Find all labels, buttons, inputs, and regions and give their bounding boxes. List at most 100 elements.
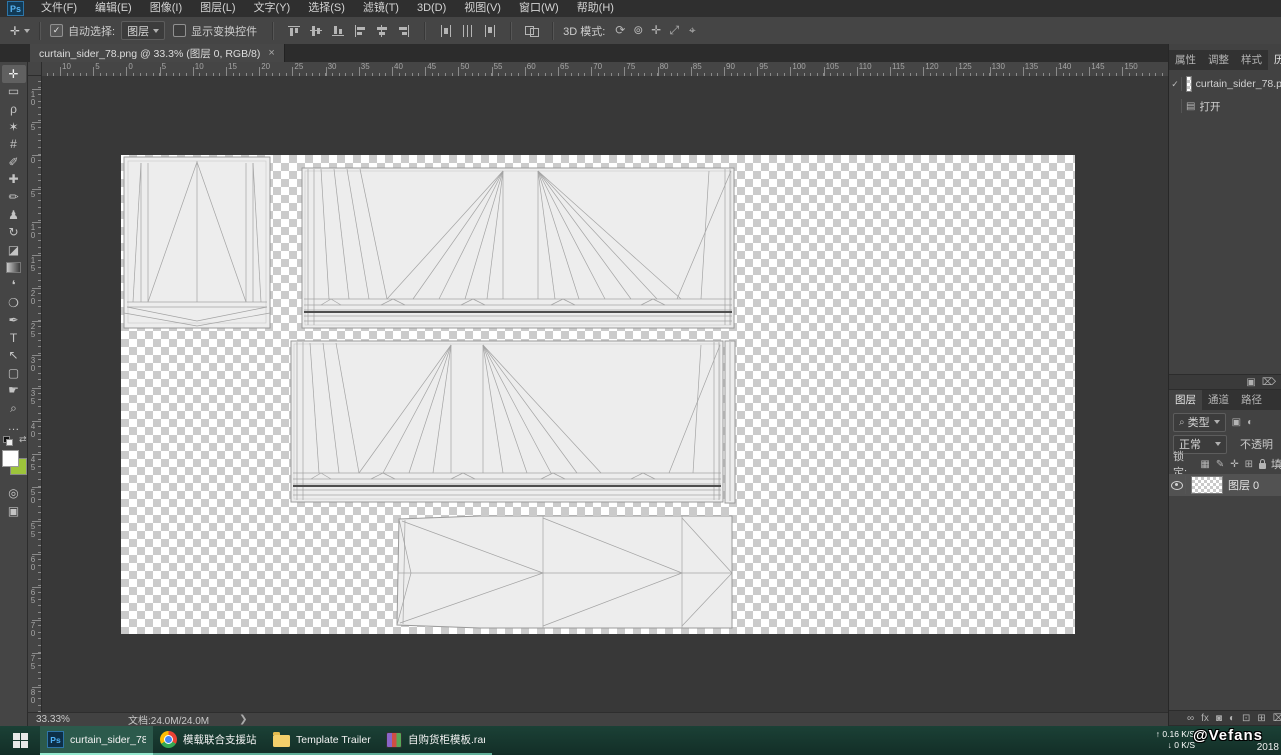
panel-tab-0[interactable]: 属性	[1169, 50, 1202, 70]
3d-scale-icon[interactable]: ⌖	[683, 23, 701, 38]
canvas-work-area[interactable]	[42, 76, 1168, 712]
foreground-color-swatch[interactable]	[1, 450, 19, 468]
layer-filter-dropdown[interactable]: ⌕ 类型	[1173, 412, 1226, 432]
screen-mode-button[interactable]: ▣	[2, 502, 26, 520]
network-speed-monitor[interactable]: ↑ 0.16 K/S ↓ 0 K/S	[1156, 729, 1195, 751]
document-canvas[interactable]	[121, 155, 1075, 634]
layers-tab-1[interactable]: 通道	[1202, 390, 1235, 410]
3d-roll-icon[interactable]: ⊚	[629, 23, 647, 38]
lock-all-icon[interactable]	[1259, 459, 1266, 469]
taskbar-item-photoshop[interactable]: Ps curtain_sider_78.p...	[40, 726, 153, 755]
hand-tool[interactable]: ☛	[2, 382, 26, 400]
align-left-edges-icon[interactable]	[350, 22, 370, 40]
start-button[interactable]	[0, 726, 40, 755]
edit-toolbar-button[interactable]: …	[2, 417, 26, 435]
layer-thumbnail[interactable]	[1191, 476, 1223, 494]
gradient-tool[interactable]	[2, 259, 26, 277]
status-options-arrow-icon[interactable]: ❯	[239, 714, 247, 725]
3d-drag-icon[interactable]: ✛	[647, 23, 665, 38]
align-top-edges-icon[interactable]	[284, 22, 304, 40]
default-colors-icon[interactable]	[2, 436, 13, 447]
ruler-origin-corner[interactable]	[28, 62, 42, 76]
auto-select-checkbox[interactable]: ✓	[50, 24, 64, 37]
align-right-edges-icon[interactable]	[394, 22, 414, 40]
distribute-vertical-centers-icon[interactable]	[458, 22, 478, 40]
new-snapshot-icon[interactable]: ▣	[1246, 377, 1255, 388]
delete-layer-icon[interactable]: ⌦	[1273, 713, 1281, 724]
swap-colors-icon[interactable]: ⇄	[19, 434, 27, 445]
history-brush-tool[interactable]: ↻	[2, 223, 26, 241]
layer-mask-icon[interactable]: ◙	[1216, 713, 1222, 724]
move-tool[interactable]: ✛	[1, 65, 26, 83]
menu-item-6[interactable]: 滤镜(T)	[354, 0, 408, 17]
filter-pixel-layers-icon[interactable]: ▣	[1232, 417, 1241, 428]
auto-select-dropdown[interactable]: 图层	[121, 21, 166, 40]
taskbar-item-explorer[interactable]: Template Trailer ...	[266, 726, 379, 755]
pen-tool[interactable]: ✒	[2, 311, 26, 329]
menu-item-9[interactable]: 窗口(W)	[510, 0, 568, 17]
dodge-tool[interactable]: ❍	[2, 294, 26, 312]
path-selection-tool[interactable]: ↖	[2, 347, 26, 365]
lock-artboard-icon[interactable]: ⊞	[1245, 459, 1253, 470]
eraser-tool[interactable]: ◪	[2, 241, 26, 259]
history-brush-source-box[interactable]	[1169, 99, 1182, 113]
new-layer-icon[interactable]: ⊞	[1257, 713, 1265, 724]
layer-row[interactable]: 图层 0	[1169, 474, 1281, 496]
history-state-row[interactable]: ▤ 打开	[1169, 96, 1281, 116]
zoom-tool[interactable]: ⌕	[2, 399, 26, 417]
close-icon[interactable]: ×	[268, 47, 274, 59]
panel-tab-3[interactable]: 历史记录	[1268, 50, 1281, 70]
left-ruler[interactable]: 10 5 0 5 10 15 20 25 30 35 40 45 50 55 60 65 70 75 80	[28, 76, 42, 712]
rectangular-marquee-tool[interactable]: ▭	[2, 83, 26, 101]
document-tab[interactable]: curtain_sider_78.png @ 33.3% (图层 0, RGB/…	[30, 44, 285, 62]
magic-wand-tool[interactable]: ✶	[2, 118, 26, 136]
lock-pixels-icon[interactable]: ✎	[1216, 459, 1224, 470]
layer-visibility-toggle[interactable]	[1169, 476, 1186, 494]
auto-align-layers-icon[interactable]	[522, 22, 542, 40]
blur-tool[interactable]: ❛	[2, 276, 26, 294]
3d-slide-icon[interactable]: ⤢	[665, 23, 683, 38]
menu-item-4[interactable]: 文字(Y)	[245, 0, 300, 17]
tool-preset-chevron-icon[interactable]	[24, 28, 31, 33]
eyedropper-tool[interactable]: ✐	[2, 153, 26, 171]
app-icon[interactable]: Ps	[7, 1, 24, 16]
menu-item-10[interactable]: 帮助(H)	[568, 0, 623, 17]
lock-position-icon[interactable]: ✛	[1230, 459, 1238, 470]
taskbar-item-chrome[interactable]: 模载联合支援站 - ...	[153, 726, 266, 755]
layers-tab-2[interactable]: 路径	[1235, 390, 1268, 410]
panel-tab-2[interactable]: 样式	[1235, 50, 1268, 70]
rectangle-tool[interactable]: ▢	[2, 364, 26, 382]
taskbar-item-winrar[interactable]: 自购货柜模板.rar	[379, 726, 492, 755]
history-brush-source-box[interactable]: ✓	[1169, 77, 1182, 91]
menu-item-1[interactable]: 编辑(E)	[86, 0, 141, 17]
adjustment-layer-icon[interactable]: ◐	[1229, 713, 1235, 724]
3d-rotate-icon[interactable]: ⟳	[611, 23, 629, 38]
menu-item-2[interactable]: 图像(I)	[141, 0, 191, 17]
menu-item-0[interactable]: 文件(F)	[32, 0, 86, 17]
align-horizontal-centers-icon[interactable]	[372, 22, 392, 40]
layer-group-icon[interactable]: ⊡	[1242, 713, 1250, 724]
top-ruler[interactable]: 10 5 0 5 10 15 20 25 30 35 40 45 50 55 60 65 70 75 80 85 90 9…	[42, 62, 1168, 77]
spot-healing-brush-tool[interactable]: ✚	[2, 171, 26, 189]
align-bottom-edges-icon[interactable]	[328, 22, 348, 40]
menu-item-7[interactable]: 3D(D)	[408, 0, 455, 17]
layers-tab-0[interactable]: 图层	[1169, 390, 1202, 410]
history-snapshot-row[interactable]: ✓ curtain_sider_78.p	[1169, 74, 1281, 94]
panel-tab-1[interactable]: 调整	[1202, 50, 1235, 70]
type-tool[interactable]: T	[2, 329, 26, 347]
align-vertical-centers-icon[interactable]	[306, 22, 326, 40]
menu-item-8[interactable]: 视图(V)	[455, 0, 510, 17]
show-transform-checkbox[interactable]	[173, 24, 187, 37]
lasso-tool[interactable]: ρ	[2, 100, 26, 118]
lock-transparency-icon[interactable]: ▦	[1200, 459, 1209, 470]
delete-state-icon[interactable]: ⌦	[1262, 377, 1276, 388]
distribute-bottom-edges-icon[interactable]	[480, 22, 500, 40]
brush-tool[interactable]: ✏	[2, 188, 26, 206]
quick-mask-button[interactable]: ◎	[2, 484, 26, 502]
link-layers-icon[interactable]: ∞	[1187, 713, 1194, 724]
zoom-level-field[interactable]: 33.33%	[36, 714, 88, 725]
layer-effects-icon[interactable]: fx	[1201, 713, 1209, 724]
clone-stamp-tool[interactable]: ♟	[2, 206, 26, 224]
distribute-top-edges-icon[interactable]	[436, 22, 456, 40]
menu-item-3[interactable]: 图层(L)	[191, 0, 244, 17]
